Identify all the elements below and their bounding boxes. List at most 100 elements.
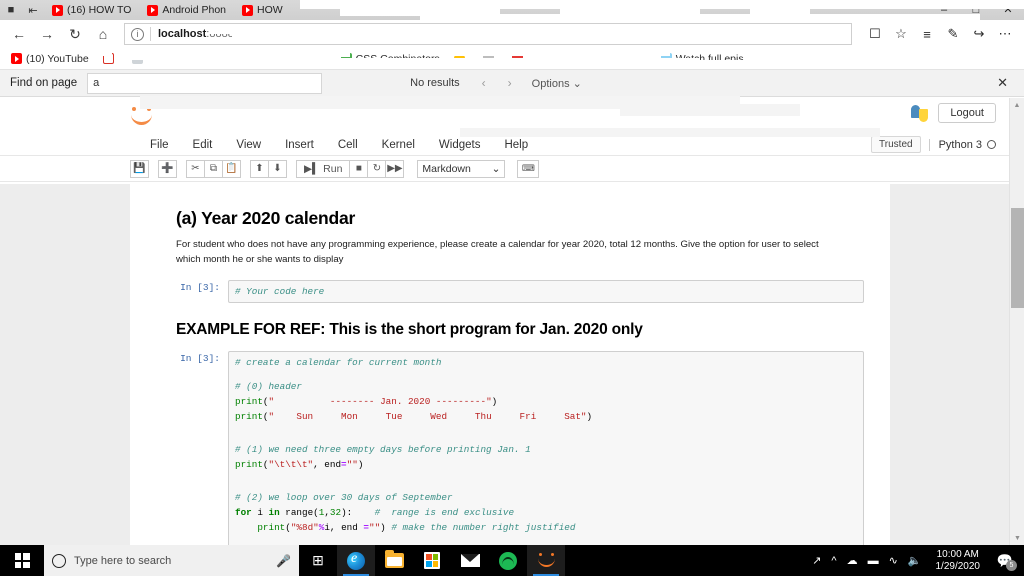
- find-next-icon[interactable]: ›: [498, 76, 522, 90]
- save-icon[interactable]: 💾: [130, 159, 149, 178]
- code-editor[interactable]: # Your code here: [228, 279, 864, 303]
- bookmark-item[interactable]: CSS Combinators: [336, 53, 445, 65]
- onedrive-icon[interactable]: ☁: [847, 554, 858, 567]
- notification-center-button[interactable]: 💬 5: [994, 545, 1017, 576]
- show-hidden-icons-icon[interactable]: ^: [831, 555, 836, 567]
- taskbar-app-store[interactable]: [413, 545, 451, 576]
- notification-badge: 5: [1006, 560, 1017, 571]
- find-options-button[interactable]: Options ⌄: [532, 77, 582, 90]
- start-button[interactable]: [0, 545, 44, 576]
- scrollbar-thumb[interactable]: [1011, 208, 1024, 308]
- kernel-indicator[interactable]: Python 3: [928, 138, 996, 151]
- bookmark-label: CSS Combinators: [355, 52, 440, 65]
- code-line: print("%8d"%i, end ="") # make the numbe…: [257, 522, 576, 534]
- paste-icon[interactable]: 📋: [222, 159, 241, 178]
- taskbar-app-jupyter[interactable]: [527, 545, 565, 576]
- close-button[interactable]: ✕: [992, 0, 1024, 20]
- share-icon[interactable]: ↪: [966, 22, 992, 46]
- page-scrollbar[interactable]: ▲ ▼: [1009, 98, 1024, 545]
- menu-edit[interactable]: Edit: [181, 136, 225, 154]
- tabs-aside-button[interactable]: ⇤: [22, 0, 44, 20]
- menu-cell[interactable]: Cell: [326, 136, 370, 154]
- browser-tab[interactable]: Android Phon: [139, 0, 234, 20]
- tab-title: Android Phon: [162, 4, 227, 16]
- bookmark-item[interactable]: [98, 53, 123, 64]
- run-button[interactable]: ▶▍ Run: [296, 159, 351, 178]
- add-cell-icon[interactable]: ➕: [158, 159, 177, 178]
- mail-icon: [460, 554, 480, 567]
- interrupt-kernel-icon[interactable]: ■: [349, 159, 369, 178]
- notebook-cells: (a) Year 2020 calendar For student who d…: [130, 208, 890, 545]
- address-bar[interactable]: i localhost :8888/notebooks/...: [124, 23, 852, 45]
- refresh-icon[interactable]: ↻: [62, 22, 88, 46]
- menu-help[interactable]: Help: [492, 136, 540, 154]
- code-editor[interactable]: # create a calendar for current month # …: [228, 350, 864, 545]
- menu-kernel[interactable]: Kernel: [370, 136, 427, 154]
- taskbar-app-file-explorer[interactable]: [375, 545, 413, 576]
- taskbar-apps: ⊞: [299, 545, 565, 576]
- browser-tab[interactable]: (16) HOW TO: [44, 0, 139, 20]
- cell-type-select[interactable]: Markdown ⌄: [417, 159, 506, 178]
- battery-icon[interactable]: ▬: [868, 555, 879, 567]
- taskbar-app-edge[interactable]: [337, 545, 375, 576]
- home-icon[interactable]: ⌂: [90, 22, 116, 46]
- restart-kernel-icon[interactable]: ↻: [367, 159, 387, 178]
- site-info-icon[interactable]: i: [131, 27, 144, 41]
- minimize-button[interactable]: –: [928, 0, 960, 20]
- forward-icon[interactable]: →: [34, 22, 60, 46]
- move-up-icon[interactable]: ⬆: [250, 159, 269, 178]
- command-palette-icon[interactable]: ⌨: [517, 159, 540, 178]
- css-combinators-favicon: [340, 53, 352, 64]
- find-navigation: ‹ ›: [472, 76, 522, 90]
- kernel-label: Python 3: [938, 138, 982, 151]
- bookmark-item[interactable]: Watch full epis: [656, 53, 749, 65]
- favorite-star-icon[interactable]: ☆: [888, 22, 914, 46]
- taskbar-app-mail[interactable]: [451, 545, 489, 576]
- run-label: Run: [323, 162, 343, 175]
- taskbar-app-spotify[interactable]: [489, 545, 527, 576]
- notebook-body: (a) Year 2020 calendar For student who d…: [0, 184, 1024, 545]
- code-comment: # Your code here: [235, 285, 325, 297]
- maximize-button[interactable]: □: [960, 0, 992, 20]
- bookmark-item[interactable]: [127, 53, 152, 64]
- bookmark-item[interactable]: (10) YouTube: [6, 53, 94, 65]
- scroll-up-icon[interactable]: ▲: [1010, 98, 1024, 112]
- menu-file[interactable]: File: [138, 136, 181, 154]
- restart-run-all-icon[interactable]: ▶▶: [385, 159, 405, 178]
- search-input[interactable]: Type here to search 🎤: [44, 545, 299, 576]
- web-note-icon[interactable]: ✎: [940, 22, 966, 46]
- find-input[interactable]: a: [87, 72, 323, 94]
- mic-icon[interactable]: 🎤: [276, 554, 291, 568]
- markdown-paragraph-a[interactable]: For student who does not have any progra…: [176, 238, 836, 268]
- task-view-button[interactable]: ⊞: [299, 545, 337, 576]
- taskbar-clock[interactable]: 10:00 AM 1/29/2020: [932, 549, 985, 573]
- bookmark-item[interactable]: [478, 53, 503, 64]
- move-down-icon[interactable]: ⬇: [268, 159, 287, 178]
- find-close-icon[interactable]: ✕: [997, 75, 1018, 91]
- markdown-heading-a[interactable]: (a) Year 2020 calendar: [176, 208, 864, 229]
- scroll-down-icon[interactable]: ▼: [1010, 531, 1024, 545]
- cut-icon[interactable]: ✂: [186, 159, 205, 178]
- favorites-hub-icon[interactable]: ≡: [914, 22, 940, 46]
- menu-view[interactable]: View: [224, 136, 273, 154]
- copy-icon[interactable]: ⧉: [204, 159, 223, 178]
- menu-widgets[interactable]: Widgets: [427, 136, 493, 154]
- markdown-heading-example[interactable]: EXAMPLE FOR REF: This is the short progr…: [176, 321, 864, 339]
- bookmarks-bar: (10) YouTube CSS Combinators Watch full …: [0, 48, 1024, 70]
- browser-tab[interactable]: HOW: [234, 0, 291, 20]
- settings-more-icon[interactable]: ⋯: [992, 22, 1018, 46]
- trusted-badge[interactable]: Trusted: [871, 136, 921, 153]
- pen-workspace-icon[interactable]: ↗: [812, 554, 821, 567]
- menu-insert[interactable]: Insert: [273, 136, 326, 154]
- bookmark-item[interactable]: [449, 53, 474, 64]
- volume-icon[interactable]: 🔈: [908, 554, 922, 567]
- notebook-name-title[interactable]: [162, 107, 996, 125]
- logout-button[interactable]: Logout: [938, 103, 996, 123]
- wifi-icon[interactable]: ∿: [889, 554, 898, 567]
- back-icon[interactable]: ←: [6, 22, 32, 46]
- tab-set-button[interactable]: ■: [0, 0, 22, 20]
- bookmark-item[interactable]: [507, 53, 532, 64]
- reading-view-icon[interactable]: ☐: [862, 22, 888, 46]
- jupyter-logo-icon[interactable]: [130, 105, 154, 127]
- find-prev-icon[interactable]: ‹: [472, 76, 496, 90]
